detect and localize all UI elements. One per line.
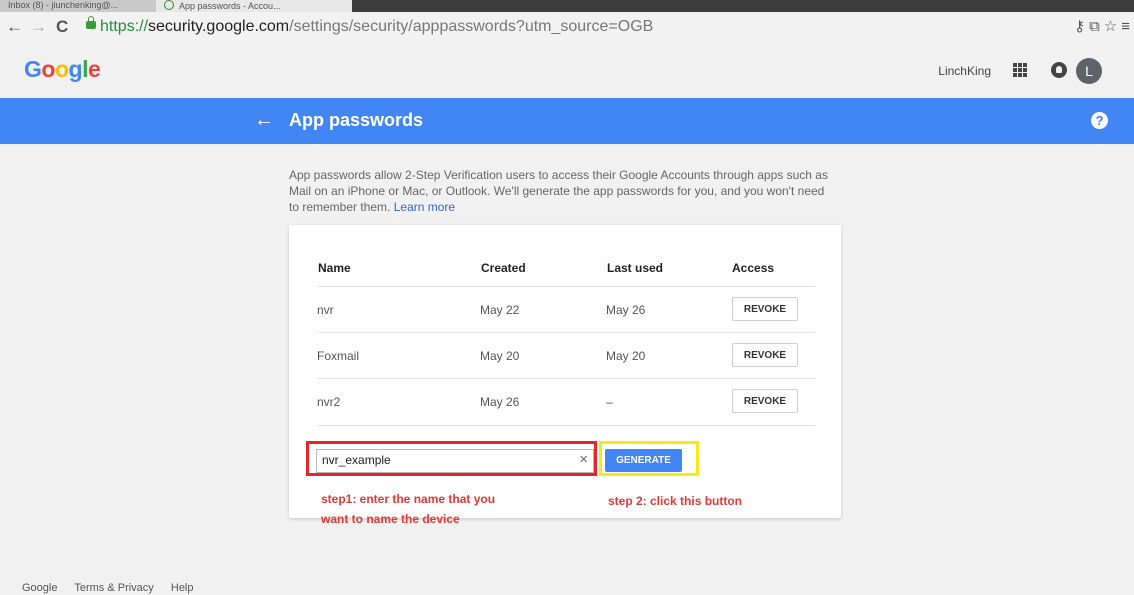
row-last-used: – (606, 395, 613, 409)
revoke-button[interactable]: REVOKE (732, 297, 798, 321)
back-arrow-icon[interactable]: ← (254, 108, 274, 132)
revoke-button[interactable]: REVOKE (732, 343, 798, 367)
row-name: nvr2 (317, 395, 341, 409)
table-row: Foxmail May 20 May 20 REVOKE (317, 332, 815, 379)
learn-more-link[interactable]: Learn more (394, 200, 455, 214)
footer-link-help[interactable]: Help (171, 582, 194, 594)
table-row: nvr May 22 May 26 REVOKE (317, 286, 815, 333)
page-title: App passwords (289, 110, 424, 130)
footer-link-google[interactable]: Google (22, 582, 57, 594)
row-name: Foxmail (317, 349, 360, 363)
browser-tab-strip: Inbox (8) - jiunchenking@... App passwor… (0, 0, 1134, 12)
back-arrow-icon[interactable]: ← (6, 15, 23, 39)
step1-annotation: step1: enter the name that you want to n… (321, 492, 496, 526)
menu-icon[interactable]: ≡ (1121, 18, 1130, 35)
toolbar-icons: ⚷ ⧉ ☆ ≡ (1070, 17, 1130, 35)
reload-icon[interactable]: C (56, 15, 68, 39)
google-header: Google LinchKing L (0, 42, 1134, 100)
column-header-last-used: Last used (607, 261, 664, 275)
revoke-button[interactable]: REVOKE (732, 389, 798, 413)
browser-toolbar: ← → C https://security.google.com/settin… (0, 12, 1134, 43)
footer: Google Terms & Privacy Help (22, 582, 208, 594)
row-created: May 26 (480, 395, 520, 409)
apps-grid-icon[interactable] (1013, 63, 1027, 77)
forward-arrow-icon[interactable]: → (30, 15, 47, 39)
table-row: nvr2 May 26 – REVOKE (317, 378, 815, 426)
row-name: nvr (317, 303, 334, 317)
browser-tab-app-passwords[interactable]: App passwords - Accou... (156, 0, 352, 12)
page-title-bar: ← App passwords ? (0, 98, 1134, 144)
browser-tab-inbox[interactable]: Inbox (8) - jiunchenking@... (0, 0, 166, 12)
step2-annotation: step 2: click this button (608, 494, 743, 508)
column-header-access: Access (732, 261, 775, 275)
column-header-created: Created (481, 261, 526, 275)
row-created: May 22 (480, 303, 520, 317)
step1-highlight-box (306, 441, 597, 476)
google-logo[interactable]: Google (24, 56, 101, 83)
tab-label: Inbox (8) - jiunchenking@... (8, 0, 119, 10)
step2-highlight-box (599, 441, 699, 476)
account-name[interactable]: LinchKing (938, 64, 991, 78)
row-last-used: May 26 (606, 303, 646, 317)
google-favicon-icon (164, 0, 174, 10)
intro-description: App passwords allow 2-Step Verification … (289, 168, 828, 214)
translate-icon[interactable]: ⧉ (1089, 18, 1100, 35)
url-text: https://security.google.com/settings/sec… (100, 18, 654, 35)
tab-label: App passwords - Accou... (179, 1, 281, 11)
help-icon[interactable]: ? (1091, 112, 1108, 129)
address-bar[interactable]: https://security.google.com/settings/sec… (84, 16, 1044, 38)
key-icon[interactable]: ⚷ (1074, 18, 1085, 35)
footer-link-terms[interactable]: Terms & Privacy (74, 582, 153, 594)
row-last-used: May 20 (606, 349, 646, 363)
column-header-name: Name (318, 261, 351, 275)
notifications-bell-icon[interactable] (1051, 62, 1067, 78)
avatar[interactable]: L (1076, 58, 1102, 84)
star-icon[interactable]: ☆ (1104, 18, 1117, 35)
row-created: May 20 (480, 349, 520, 363)
lock-icon (86, 16, 96, 29)
